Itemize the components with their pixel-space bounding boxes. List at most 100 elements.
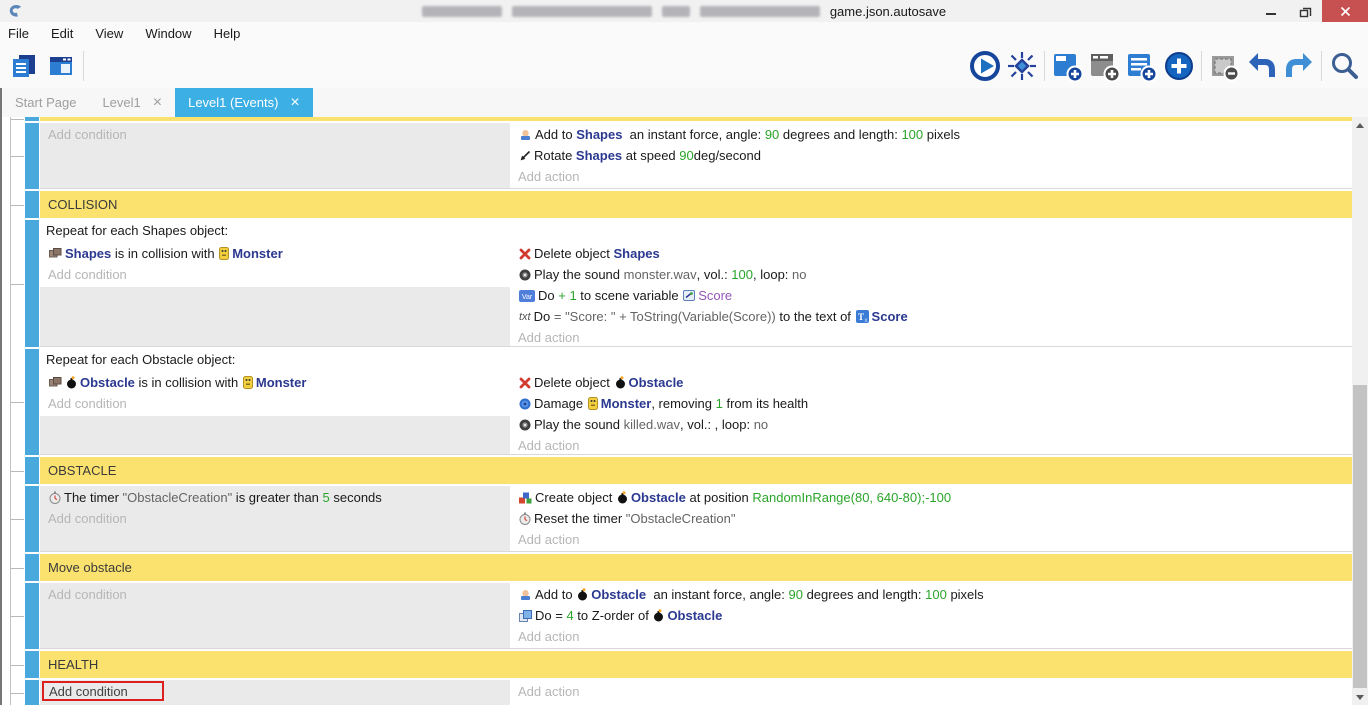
event-handle[interactable] (25, 457, 39, 484)
event-handle[interactable] (25, 117, 39, 121)
event-handle[interactable] (25, 220, 39, 347)
undo-icon (1246, 50, 1278, 82)
partial-comment-row (0, 117, 1352, 121)
action-line[interactable]: Create object Obstacle at position Rando… (518, 487, 1352, 508)
open-editor-button[interactable] (42, 47, 79, 85)
add-action-link[interactable]: Add action (518, 435, 1352, 454)
add-condition-link[interactable]: Add condition (48, 584, 510, 605)
tab-level1-events[interactable]: Level1 (Events) × (175, 88, 313, 117)
condition-line[interactable]: The timer "ObstacleCreation" is greater … (48, 487, 510, 508)
search-button[interactable] (1326, 47, 1363, 85)
add-other-event-button[interactable] (1160, 47, 1197, 85)
restore-button[interactable] (1288, 0, 1322, 22)
event-handle[interactable] (25, 680, 39, 705)
event-handle[interactable] (25, 651, 39, 678)
comment-row[interactable]: OBSTACLE (0, 457, 1352, 484)
close-button[interactable] (1322, 0, 1368, 22)
undo-button[interactable] (1243, 47, 1280, 85)
event-gutter (0, 680, 25, 705)
event-handle[interactable] (25, 583, 39, 649)
scroll-thumb[interactable] (1353, 385, 1367, 688)
menu-view[interactable]: View (84, 26, 134, 41)
add-condition-link[interactable]: Add condition (48, 393, 510, 414)
scroll-down-button[interactable] (1352, 689, 1368, 705)
foreach-header[interactable]: Repeat for each Shapes object: (40, 220, 1352, 242)
add-comment-icon (1125, 50, 1158, 83)
event-handle[interactable] (25, 191, 39, 218)
event-gutter (0, 651, 25, 678)
add-condition-link[interactable]: Add condition (42, 681, 164, 701)
minimize-button[interactable] (1254, 0, 1288, 22)
event-row: Add condition Add action (0, 680, 1352, 705)
scroll-up-button[interactable] (1352, 117, 1368, 133)
menu-help[interactable]: Help (203, 26, 252, 41)
menu-window[interactable]: Window (134, 26, 202, 41)
action-line[interactable]: Delete object Obstacle (518, 372, 1352, 393)
tab-label: Level1 (102, 95, 140, 110)
action-line[interactable]: Reset the timer "ObstacleCreation" (518, 508, 1352, 529)
action-line[interactable]: Add to Shapes an instant force, angle: 9… (518, 124, 1352, 145)
add-action-link[interactable]: Add action (518, 327, 1352, 346)
action-line[interactable]: Damage Monster, removing 1 from its heal… (518, 393, 1352, 414)
tab-close-icon[interactable]: × (153, 95, 162, 111)
delete-event-button[interactable] (1206, 47, 1243, 85)
conditions-cell: Add condition (40, 680, 510, 705)
redo-button[interactable] (1280, 47, 1317, 85)
search-icon (1329, 50, 1361, 82)
action-line[interactable]: Rotate Shapes at speed 90deg/second (518, 145, 1352, 166)
menu-file[interactable]: File (0, 26, 40, 41)
force-icon (519, 128, 532, 141)
menu-edit[interactable]: Edit (40, 26, 84, 41)
actions-cell: Add to Shapes an instant force, angle: 9… (510, 123, 1352, 188)
action-line[interactable]: txtDo = "Score: " + ToString(Variable(Sc… (518, 306, 1352, 327)
action-line[interactable]: Add to Obstacle an instant force, angle:… (518, 584, 1352, 605)
comment-row[interactable]: Move obstacle (0, 554, 1352, 581)
event-handle[interactable] (25, 554, 39, 581)
tab-start-page[interactable]: Start Page (2, 88, 89, 117)
toolbar-separator (1201, 51, 1202, 81)
event-handle[interactable] (25, 486, 39, 552)
tab-close-icon[interactable]: × (290, 95, 299, 111)
sound-icon (519, 269, 531, 281)
add-action-link[interactable]: Add action (518, 626, 1352, 647)
monster-icon (219, 247, 229, 260)
event-row: Add condition Add to Shapes an instant fo… (0, 123, 1352, 189)
actions-cell: Add action (510, 680, 1352, 705)
timer-icon (49, 491, 61, 504)
action-line[interactable]: VarDo + 1 to scene variable Score (518, 285, 1352, 306)
title-bar: game.json.autosave (0, 0, 1368, 22)
window-title: game.json.autosave (0, 0, 1368, 22)
add-condition-link[interactable]: Add condition (48, 124, 510, 145)
add-subevent-button[interactable] (1086, 47, 1123, 85)
toolbar-separator (1044, 51, 1045, 81)
event-gutter (0, 486, 25, 552)
window-title-text: game.json.autosave (830, 4, 946, 19)
add-condition-link[interactable]: Add condition (48, 508, 510, 529)
action-line[interactable]: Play the sound killed.wav, vol.: , loop:… (518, 414, 1352, 435)
condition-line[interactable]: Obstacle is in collision with Monster (48, 372, 510, 393)
add-condition-link[interactable]: Add condition (48, 264, 510, 285)
event-handle[interactable] (25, 123, 39, 189)
project-manager-button[interactable] (5, 47, 42, 85)
vertical-scrollbar[interactable] (1352, 117, 1368, 705)
debug-button[interactable] (1003, 47, 1040, 85)
add-event-button[interactable] (1049, 47, 1086, 85)
toolbar (0, 44, 1368, 88)
add-action-link[interactable]: Add action (518, 681, 1352, 702)
svg-text:x: x (864, 318, 867, 323)
comment-row[interactable]: COLLISION (0, 191, 1352, 218)
event-handle[interactable] (25, 349, 39, 455)
add-comment-button[interactable] (1123, 47, 1160, 85)
add-action-link[interactable]: Add action (518, 166, 1352, 187)
action-line[interactable]: Delete object Shapes (518, 243, 1352, 264)
condition-line[interactable]: Shapes is in collision with Monster (48, 243, 510, 264)
force-icon (519, 588, 532, 601)
add-action-link[interactable]: Add action (518, 529, 1352, 550)
foreach-header[interactable]: Repeat for each Obstacle object: (40, 349, 1352, 371)
action-line[interactable]: Do = 4 to Z-order of Obstacle (518, 605, 1352, 626)
tab-level1-scene[interactable]: Level1 × (89, 88, 175, 117)
window-left-edge (0, 88, 2, 705)
play-button[interactable] (966, 47, 1003, 85)
action-line[interactable]: Play the sound monster.wav, vol.: 100, l… (518, 264, 1352, 285)
comment-row[interactable]: HEALTH (0, 651, 1352, 678)
